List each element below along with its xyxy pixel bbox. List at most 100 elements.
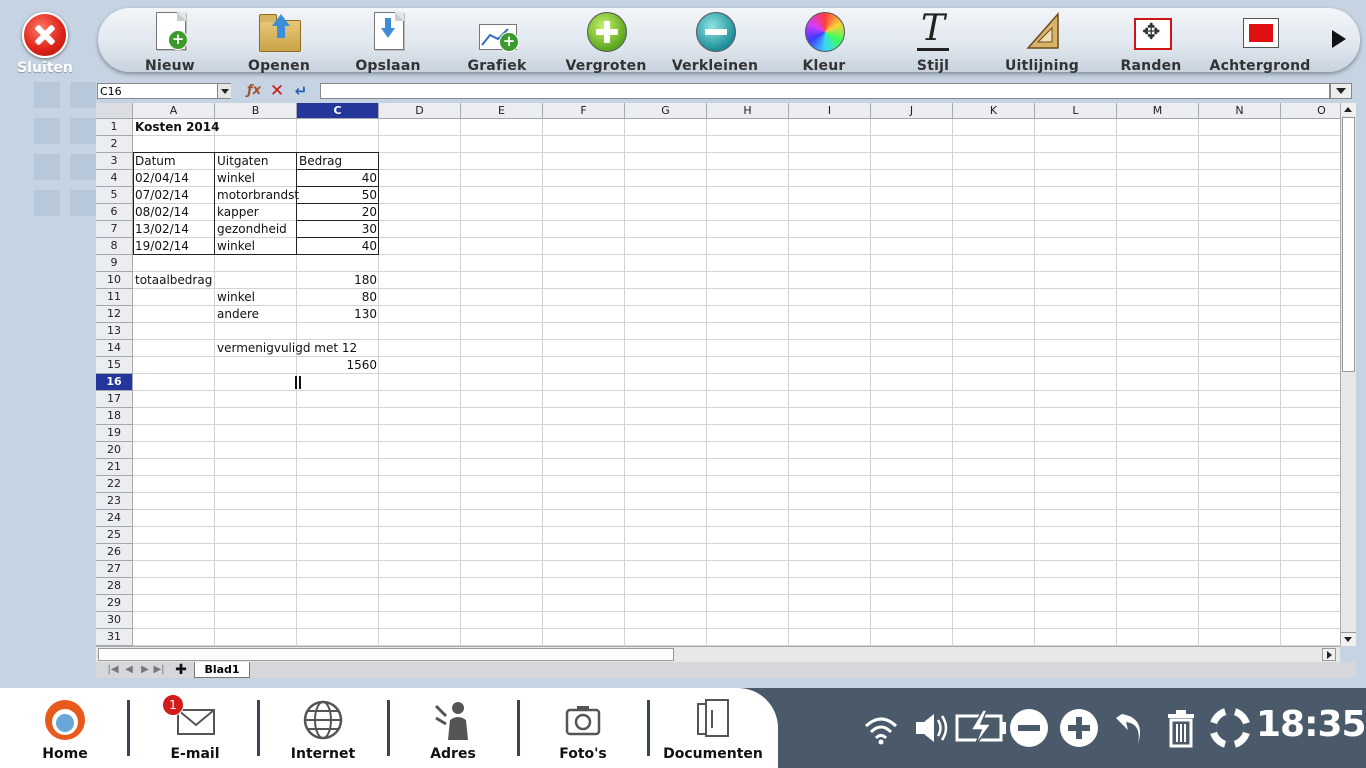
accept-formula-icon[interactable]: ↵ xyxy=(291,82,311,100)
cell-c8[interactable]: 40 xyxy=(297,238,379,255)
row-header-13[interactable]: 13 xyxy=(96,323,133,340)
cell-c3[interactable]: Bedrag xyxy=(297,153,379,170)
toolbar-more-arrow-icon[interactable] xyxy=(1332,30,1346,48)
spreadsheet-grid[interactable]: A B C D E F G H I J K L M N O 1 2 3 4 5 6 7 8 9 10 11 12 13 14 15 16 17… xyxy=(96,103,1356,646)
cell-c10[interactable]: 180 xyxy=(297,272,379,289)
cell-c15[interactable]: 1560 xyxy=(297,357,379,374)
row-header-3[interactable]: 3 xyxy=(96,153,133,170)
row-header-7[interactable]: 7 xyxy=(96,221,133,238)
prev-sheet-icon[interactable]: ◀ xyxy=(122,663,136,677)
row-header-28[interactable]: 28 xyxy=(96,578,133,595)
column-header-j[interactable]: J xyxy=(871,103,953,119)
cell-b11[interactable]: winkel xyxy=(215,289,297,306)
cell-c7[interactable]: 30 xyxy=(297,221,379,238)
wifi-icon[interactable] xyxy=(862,708,900,748)
row-header-19[interactable]: 19 xyxy=(96,425,133,442)
toolbar-zoom-in-button[interactable]: Vergroten xyxy=(551,8,661,74)
toolbar-zoom-out-button[interactable]: Verkleinen xyxy=(660,8,770,74)
column-header-a[interactable]: A xyxy=(133,103,215,119)
horizontal-scroll-thumb[interactable] xyxy=(98,648,674,661)
cell-b4[interactable]: winkel xyxy=(215,170,297,187)
taskbar-contacts-button[interactable]: Adres xyxy=(388,688,518,768)
cell-c4[interactable]: 40 xyxy=(297,170,379,187)
row-header-30[interactable]: 30 xyxy=(96,612,133,629)
cell-a6[interactable]: 08/02/14 xyxy=(133,204,215,221)
cell-b7[interactable]: gezondheid xyxy=(215,221,297,238)
volume-icon[interactable] xyxy=(912,708,950,748)
cancel-formula-icon[interactable]: ✕ xyxy=(267,82,287,100)
column-header-f[interactable]: F xyxy=(543,103,625,119)
column-header-c[interactable]: C xyxy=(297,103,379,119)
row-header-2[interactable]: 2 xyxy=(96,136,133,153)
trash-icon[interactable] xyxy=(1162,708,1200,748)
column-header-g[interactable]: G xyxy=(625,103,707,119)
row-header-20[interactable]: 20 xyxy=(96,442,133,459)
row-header-9[interactable]: 9 xyxy=(96,255,133,272)
toolbar-borders-button[interactable]: Randen xyxy=(1096,8,1206,74)
column-header-e[interactable]: E xyxy=(461,103,543,119)
cell-b14[interactable]: vermenigvuligd met 12 xyxy=(215,340,357,357)
taskbar-photos-button[interactable]: Foto's xyxy=(518,688,648,768)
row-header-31[interactable]: 31 xyxy=(96,629,133,646)
toolbar-alignment-button[interactable]: Uitlijning xyxy=(987,8,1097,74)
row-header-25[interactable]: 25 xyxy=(96,527,133,544)
column-header-i[interactable]: I xyxy=(789,103,871,119)
row-header-18[interactable]: 18 xyxy=(96,408,133,425)
scroll-up-icon[interactable] xyxy=(1341,103,1356,116)
cell-a3[interactable]: Datum xyxy=(133,153,215,170)
scroll-right-icon[interactable] xyxy=(1322,648,1336,661)
formula-expand-icon[interactable] xyxy=(1330,83,1352,99)
battery-charging-icon[interactable] xyxy=(955,708,1009,748)
next-sheet-icon[interactable]: ▶ xyxy=(138,663,152,677)
toolbar-save-button[interactable]: Opslaan xyxy=(333,8,443,74)
cell-b12[interactable]: andere xyxy=(215,306,297,323)
scroll-down-icon[interactable] xyxy=(1341,632,1356,646)
close-icon[interactable] xyxy=(22,12,68,58)
column-header-m[interactable]: M xyxy=(1117,103,1199,119)
toolbar-new-button[interactable]: + Nieuw xyxy=(115,8,225,74)
row-header-11[interactable]: 11 xyxy=(96,289,133,306)
cell-c6[interactable]: 20 xyxy=(297,204,379,221)
column-header-l[interactable]: L xyxy=(1035,103,1117,119)
add-sheet-icon[interactable]: ✚ xyxy=(174,662,188,678)
minus-icon[interactable] xyxy=(1010,709,1048,747)
cell-a1[interactable]: Kosten 2014 xyxy=(133,119,219,136)
row-header-15[interactable]: 15 xyxy=(96,357,133,374)
taskbar-email-button[interactable]: 1 E-mail xyxy=(130,688,260,768)
cell-a4[interactable]: 02/04/14 xyxy=(133,170,215,187)
horizontal-scrollbar[interactable] xyxy=(96,646,1340,662)
cell-b5[interactable]: motorbrandst xyxy=(215,187,299,204)
taskbar-documents-button[interactable]: Documenten xyxy=(648,688,778,768)
cell-c5[interactable]: 50 xyxy=(297,187,379,204)
cell-a8[interactable]: 19/02/14 xyxy=(133,238,215,255)
toolbar-style-button[interactable]: T Stijl xyxy=(878,8,988,74)
row-header-12[interactable]: 12 xyxy=(96,306,133,323)
taskbar-home-button[interactable]: Home xyxy=(0,688,130,768)
row-header-16[interactable]: 16 xyxy=(96,374,133,391)
row-header-27[interactable]: 27 xyxy=(96,561,133,578)
formula-input[interactable] xyxy=(320,83,1330,99)
column-header-h[interactable]: H xyxy=(707,103,789,119)
plus-icon[interactable] xyxy=(1060,709,1098,747)
row-header-6[interactable]: 6 xyxy=(96,204,133,221)
function-wizard-icon[interactable]: ƒx xyxy=(244,82,264,100)
cell-reference-dropdown-icon[interactable] xyxy=(217,84,231,98)
column-header-k[interactable]: K xyxy=(953,103,1035,119)
vertical-scroll-thumb[interactable] xyxy=(1342,117,1355,372)
toolbar-open-button[interactable]: Openen xyxy=(224,8,334,74)
row-header-8[interactable]: 8 xyxy=(96,238,133,255)
cell-b6[interactable]: kapper xyxy=(215,204,297,221)
row-header-22[interactable]: 22 xyxy=(96,476,133,493)
row-header-21[interactable]: 21 xyxy=(96,459,133,476)
cell-a5[interactable]: 07/02/14 xyxy=(133,187,215,204)
row-header-4[interactable]: 4 xyxy=(96,170,133,187)
row-header-1[interactable]: 1 xyxy=(96,119,133,136)
cell-b3[interactable]: Uitgaten xyxy=(215,153,297,170)
cell-c12[interactable]: 130 xyxy=(297,306,379,323)
row-header-23[interactable]: 23 xyxy=(96,493,133,510)
row-header-17[interactable]: 17 xyxy=(96,391,133,408)
toolbar-background-button[interactable]: Achtergrond xyxy=(1205,8,1315,74)
last-sheet-icon[interactable]: ▶| xyxy=(152,663,166,677)
close-app[interactable]: Sluiten xyxy=(14,12,76,76)
first-sheet-icon[interactable]: |◀ xyxy=(106,663,120,677)
